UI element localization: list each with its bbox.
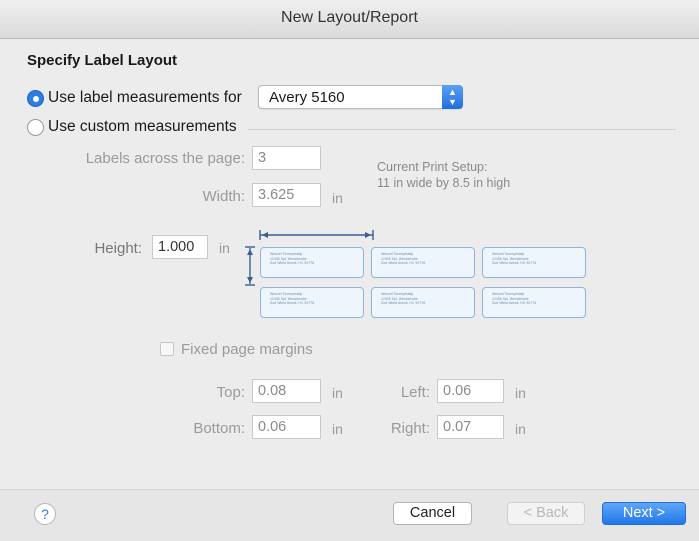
width-unit: in	[332, 190, 343, 206]
title-bar: New Layout/Report	[0, 0, 699, 39]
help-icon[interactable]: ?	[34, 503, 56, 525]
left-margin-label: Left:	[400, 384, 430, 401]
print-setup-info: Current Print Setup: 11 in wide by 8.5 i…	[377, 159, 510, 191]
label-preview-4: Wenzel Toneepfstelp 12405 Spl. Wenzlensti…	[260, 287, 364, 318]
top-margin-field[interactable]: 0.08	[252, 379, 321, 403]
right-margin-label: Right:	[390, 420, 430, 437]
bottom-margin-field[interactable]: 0.06	[252, 415, 321, 439]
next-button[interactable]: Next >	[602, 502, 686, 525]
print-setup-title: Current Print Setup:	[377, 160, 488, 174]
custom-measurements-radio[interactable]	[27, 118, 44, 136]
use-label-measurements-option[interactable]: Use label measurements for	[27, 89, 242, 107]
popup-chevron-icon: ▲ ▼	[442, 85, 463, 109]
right-margin-field[interactable]: 0.07	[437, 415, 504, 439]
label-preview-5: Wenzel Toneepfstelp 12405 Spl. Wenzlensti…	[371, 287, 475, 318]
label-measurements-label: Use label measurements for	[48, 89, 242, 106]
section-heading: Specify Label Layout	[27, 52, 178, 69]
print-setup-detail: 11 in wide by 8.5 in high	[377, 176, 511, 190]
label-preview-6: Wenzel Toneepfstelp 12405 Spl. Wenzlensti…	[482, 287, 586, 318]
top-margin-label: Top:	[216, 384, 245, 401]
height-field[interactable]: 1.000	[152, 235, 208, 259]
label-measurements-radio[interactable]	[27, 89, 44, 107]
bottom-margin-unit: in	[332, 421, 343, 437]
dialog-footer	[0, 489, 699, 541]
cancel-button[interactable]: Cancel	[393, 502, 472, 525]
fixed-margins-label: Fixed page margins	[181, 341, 313, 358]
right-margin-unit: in	[515, 421, 526, 437]
label-preview-1: Wenzel Toneepfstelp 12405 Spl. Wenzlensti…	[260, 247, 364, 278]
label-product-popup[interactable]: Avery 5160 ▲ ▼	[258, 85, 463, 109]
back-button[interactable]: < Back	[507, 502, 585, 525]
labels-across-field[interactable]: 3	[252, 146, 321, 170]
fixed-margins-checkbox[interactable]	[160, 342, 174, 356]
left-margin-unit: in	[515, 385, 526, 401]
height-unit: in	[219, 240, 230, 256]
left-margin-field[interactable]: 0.06	[437, 379, 504, 403]
label-preview-2: Wenzel Toneepfstelp 12405 Spl. Wenzlensti…	[371, 247, 475, 278]
top-margin-unit: in	[332, 385, 343, 401]
label-preview-3: Wenzel Toneepfstelp 12405 Spl. Wenzlensti…	[482, 247, 586, 278]
width-label: Width:	[202, 188, 245, 205]
label-product-value: Avery 5160	[269, 89, 345, 106]
width-field[interactable]: 3.625	[252, 183, 321, 207]
use-custom-measurements-option[interactable]: Use custom measurements	[27, 118, 237, 136]
separator	[248, 129, 676, 130]
height-label: Height:	[94, 240, 142, 257]
labels-across-label: Labels across the page:	[85, 150, 245, 167]
custom-measurements-label: Use custom measurements	[48, 118, 237, 135]
bottom-margin-label: Bottom:	[193, 420, 245, 437]
window-title: New Layout/Report	[281, 9, 418, 26]
